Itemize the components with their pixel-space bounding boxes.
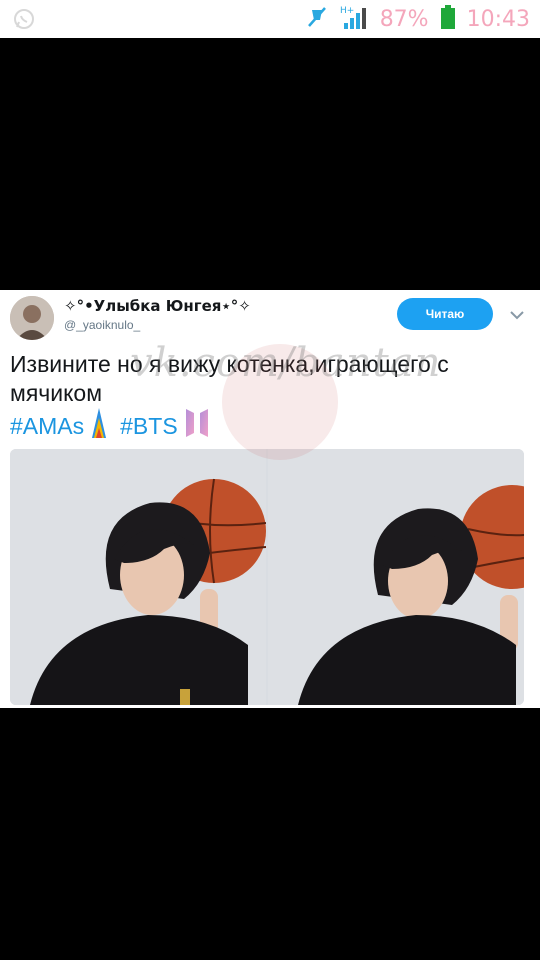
photo-1[interactable] <box>10 449 266 705</box>
avatar[interactable] <box>10 296 54 340</box>
hashtag-bts[interactable]: #BTS <box>120 413 178 440</box>
tweet-card: ✧°•Улыбка Юнгея⋆°✧ @_yaoiknulo_ Читаю Из… <box>0 290 540 708</box>
battery-icon <box>440 4 455 34</box>
status-bar: H+ 87% 10:43 <box>0 0 540 38</box>
hashtag-amas[interactable]: #AMAs <box>10 413 84 440</box>
black-area-bottom <box>0 708 540 960</box>
user-handle[interactable]: @_yaoiknulo_ <box>64 318 140 332</box>
display-name[interactable]: ✧°•Улыбка Юнгея⋆°✧ <box>64 297 251 315</box>
network-type-label: H+ <box>340 6 354 16</box>
whatsapp-icon <box>12 7 36 31</box>
amas-emoji-icon <box>92 408 107 444</box>
battery-percent: 87% <box>379 6 429 32</box>
bts-logo-icon <box>185 409 208 443</box>
follow-button[interactable]: Читаю <box>397 298 493 330</box>
clock: 10:43 <box>466 6 530 32</box>
media-grid <box>10 449 524 705</box>
black-area-top <box>0 38 540 290</box>
photo-2[interactable] <box>268 449 524 705</box>
chevron-down-icon[interactable] <box>508 306 526 324</box>
mute-icon <box>306 6 328 33</box>
signal-icon: H+ <box>340 4 368 35</box>
tweet-text: Извините но я вижу котенка,играющего с м… <box>10 351 449 406</box>
hashtag-row: #AMAs #BTS <box>10 408 222 444</box>
